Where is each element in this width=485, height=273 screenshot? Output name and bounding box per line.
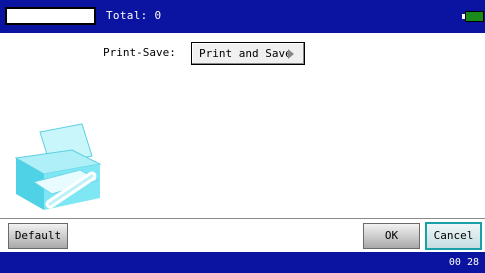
default-button[interactable]: Default <box>8 223 68 249</box>
total-count: Total: 0 <box>106 9 162 22</box>
top-bar: Total: 0 <box>0 0 485 33</box>
print-save-value: Print and Save <box>199 47 292 60</box>
print-save-label: Print-Save: <box>103 46 176 59</box>
clock: 00 28 <box>448 257 479 268</box>
print-save-select[interactable]: Print and Save <box>191 42 305 65</box>
chevron-right-icon <box>288 49 294 59</box>
status-bar: 00 28 <box>0 252 485 273</box>
cancel-button[interactable]: Cancel <box>425 222 482 250</box>
title-field[interactable] <box>5 7 96 25</box>
ok-button[interactable]: OK <box>363 223 420 249</box>
battery-icon <box>462 11 484 22</box>
printer-icon <box>14 123 102 210</box>
